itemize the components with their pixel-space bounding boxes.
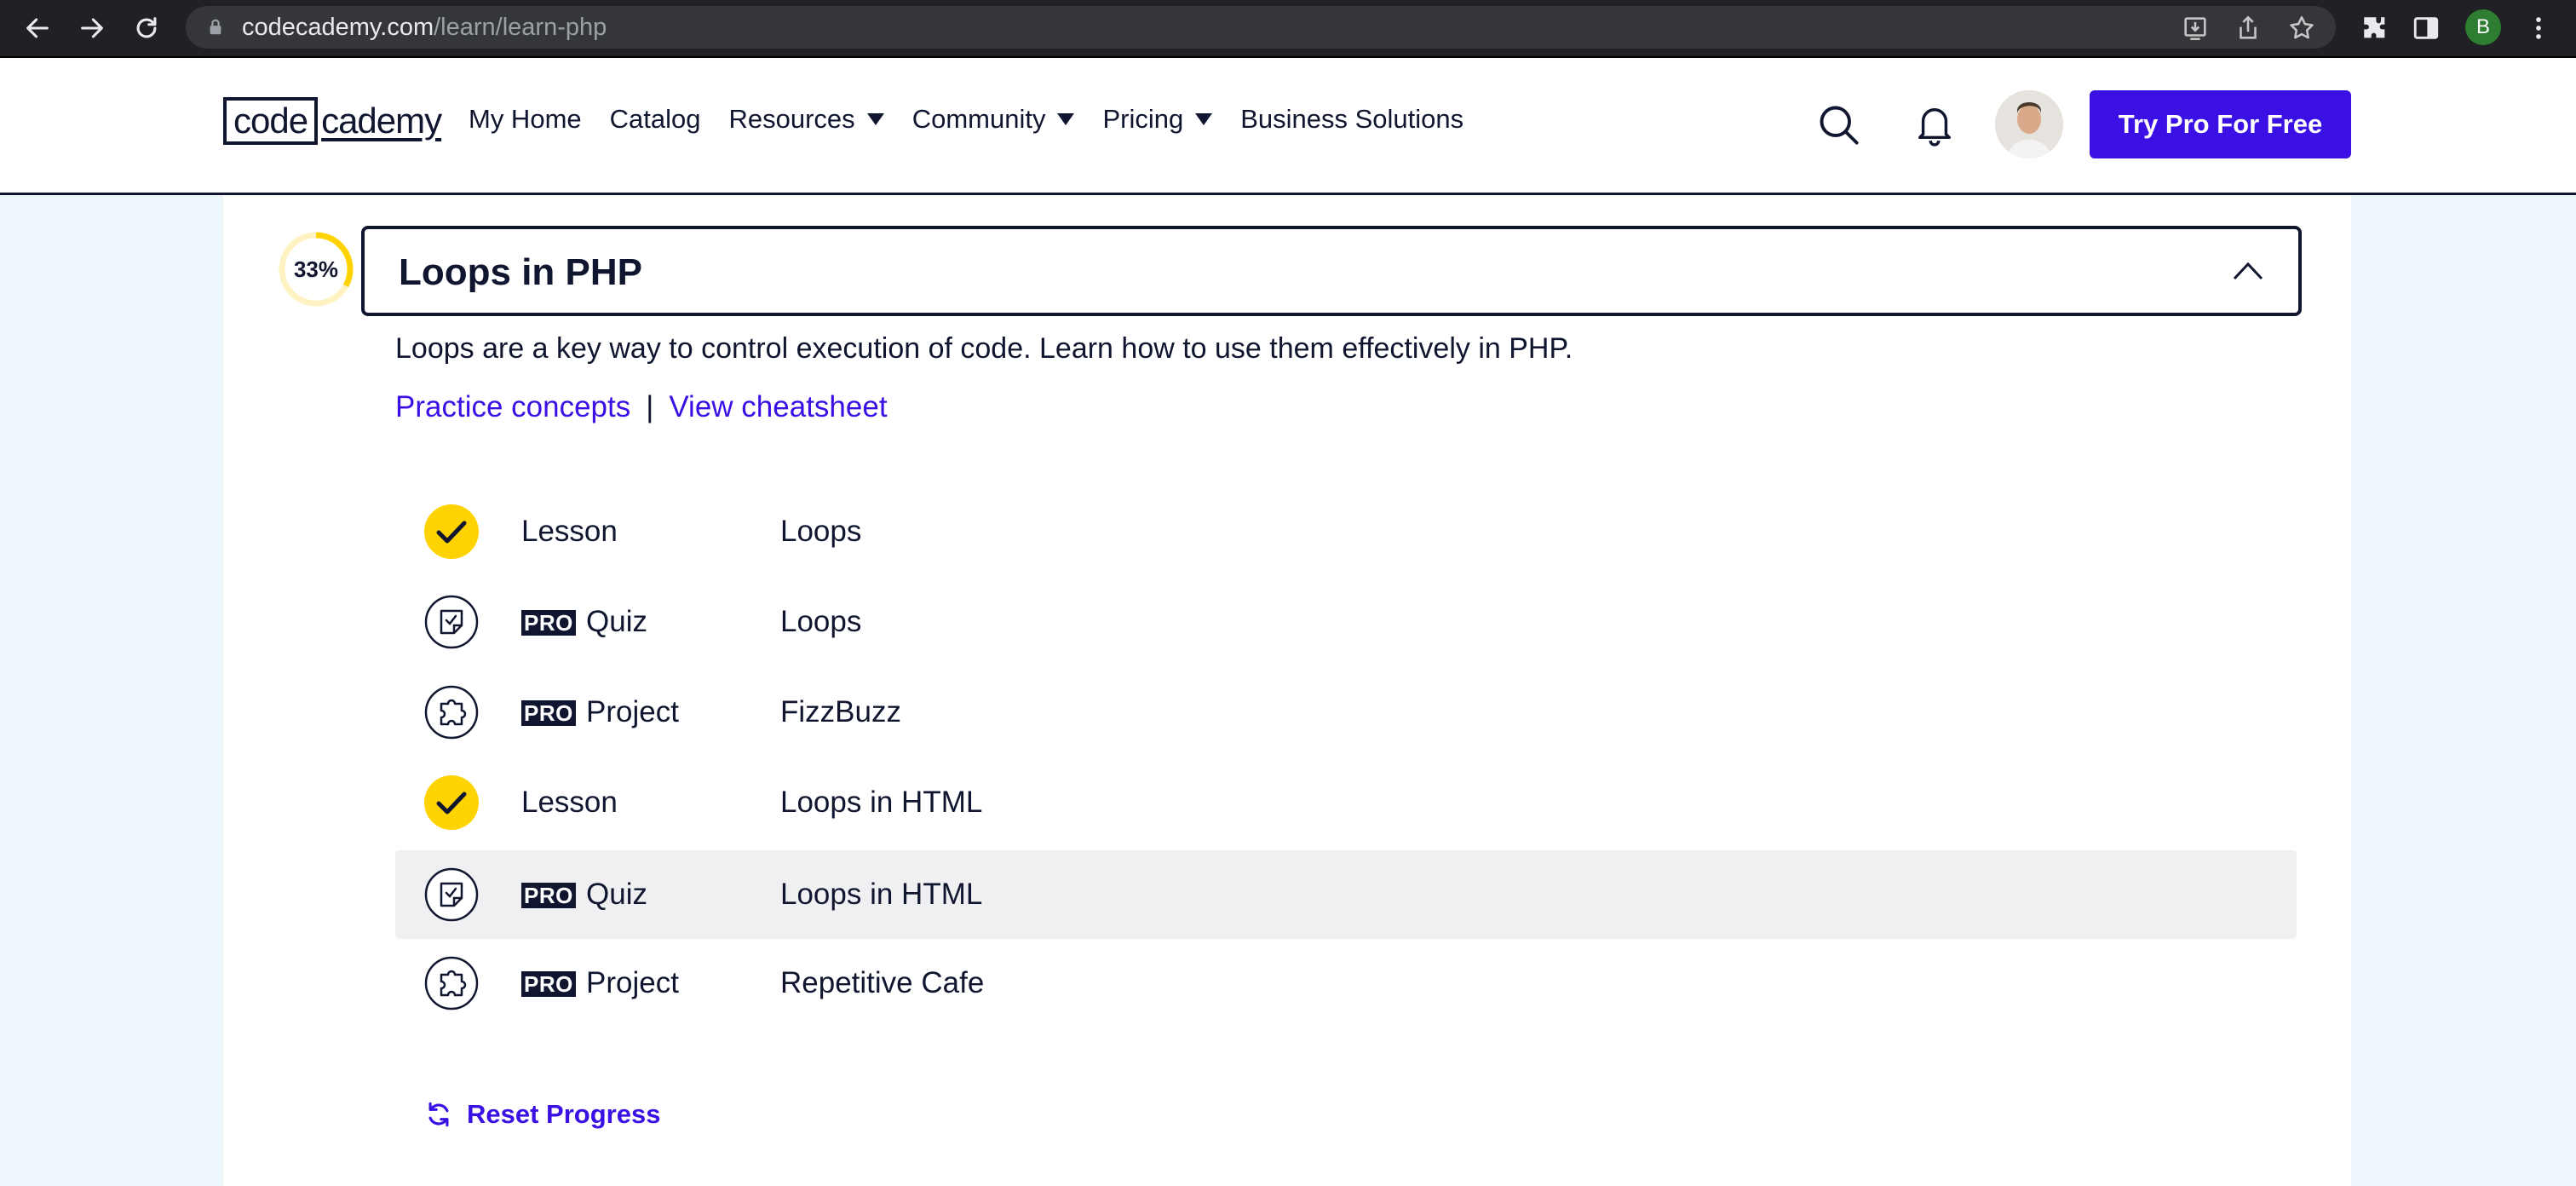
nav-pricing[interactable]: Pricing: [1102, 104, 1213, 135]
list-item[interactable]: Lesson Loops: [395, 487, 2297, 576]
item-type: Quiz: [586, 878, 647, 911]
bookmark-star-icon[interactable]: [2287, 14, 2316, 43]
codecademy-logo[interactable]: code cademy: [223, 95, 442, 147]
caret-down-icon: [1057, 113, 1075, 125]
view-cheatsheet-link[interactable]: View cheatsheet: [669, 390, 887, 424]
bell-icon[interactable]: [1915, 102, 1954, 147]
nav-resources[interactable]: Resources: [729, 104, 884, 135]
browser-toolbar: codecademy.com/learn/learn-php B: [0, 0, 2576, 58]
quiz-icon: [424, 867, 479, 922]
extensions-icon[interactable]: [2358, 11, 2392, 45]
url-domain: codecademy.com: [242, 14, 434, 41]
item-type: Project: [586, 695, 679, 728]
checkmark-icon: [424, 775, 479, 830]
browser-menu-icon[interactable]: [2521, 11, 2556, 45]
item-type: Quiz: [586, 605, 647, 638]
site-header: code cademy My Home Catalog Resources Com…: [0, 58, 2576, 195]
nav-resources-label: Resources: [728, 104, 855, 134]
search-icon[interactable]: [1816, 102, 1860, 147]
item-name: Loops: [780, 515, 862, 548]
item-name: Loops in HTML: [780, 786, 983, 819]
side-panel-icon[interactable]: [2409, 11, 2443, 45]
quiz-icon: [424, 595, 479, 649]
reset-progress-button[interactable]: Reset Progress: [424, 1099, 660, 1130]
nav-pricing-label: Pricing: [1102, 104, 1184, 134]
item-type: Lesson: [521, 515, 618, 548]
forward-icon[interactable]: [75, 11, 109, 45]
user-avatar[interactable]: [1995, 90, 2063, 158]
profile-avatar[interactable]: B: [2465, 9, 2501, 45]
caret-down-icon: [866, 113, 884, 125]
item-name: Repetitive Cafe: [780, 966, 985, 999]
chevron-up-icon[interactable]: [2232, 260, 2264, 282]
address-bar[interactable]: codecademy.com/learn/learn-php: [186, 6, 2336, 49]
pro-badge: PRO: [521, 883, 576, 908]
item-type: Lesson: [521, 786, 618, 819]
reload-icon[interactable]: [129, 11, 164, 45]
module-header[interactable]: Loops in PHP: [361, 226, 2302, 316]
nav-my-home[interactable]: My Home: [469, 104, 582, 135]
nav-business-solutions-label: Business Solutions: [1240, 104, 1464, 134]
item-name: Loops: [780, 605, 862, 638]
list-item[interactable]: Lesson Loops in HTML: [395, 758, 2297, 847]
module-progress-ring: 33%: [277, 230, 355, 308]
logo-cademy-text: cademy: [321, 101, 442, 141]
module-description: Loops are a key way to control execution…: [395, 332, 1573, 365]
pro-badge: PRO: [521, 610, 576, 636]
url-path: /learn/learn-php: [434, 14, 607, 41]
nav-community[interactable]: Community: [912, 104, 1075, 135]
checkmark-icon: [424, 504, 479, 559]
logo-code: code: [223, 97, 319, 145]
pro-badge: PRO: [521, 971, 576, 997]
item-name: FizzBuzz: [780, 695, 901, 728]
puzzle-icon: [424, 685, 479, 740]
module-links: Practice concepts | View cheatsheet: [395, 390, 888, 424]
main-nav: My Home Catalog Resources Community Pric…: [469, 104, 1492, 135]
link-separator: |: [646, 390, 654, 423]
url-text: codecademy.com/learn/learn-php: [242, 14, 607, 42]
practice-concepts-link[interactable]: Practice concepts: [395, 390, 630, 424]
list-item[interactable]: PRO Quiz Loops in HTML: [395, 850, 2297, 939]
refresh-icon: [428, 1102, 449, 1127]
back-icon[interactable]: [20, 11, 55, 45]
item-name: Loops in HTML: [780, 878, 983, 911]
nav-my-home-label: My Home: [469, 104, 582, 134]
puzzle-icon: [424, 956, 479, 1010]
nav-catalog-label: Catalog: [609, 104, 701, 134]
try-pro-button[interactable]: Try Pro For Free: [2090, 90, 2351, 158]
nav-business-solutions[interactable]: Business Solutions: [1240, 104, 1463, 135]
logo-cademy: cademy: [318, 101, 442, 141]
caret-down-icon: [1195, 113, 1213, 125]
list-item[interactable]: PRO Project FizzBuzz: [395, 668, 2297, 757]
item-type: Project: [586, 966, 679, 999]
list-item[interactable]: PRO Quiz Loops: [395, 578, 2297, 666]
nav-community-label: Community: [911, 104, 1046, 134]
list-item[interactable]: PRO Project Repetitive Cafe: [395, 939, 2297, 1028]
install-icon[interactable]: [2181, 14, 2210, 43]
lock-icon: [210, 19, 221, 35]
module-progress-percent: 33%: [293, 256, 339, 282]
share-icon[interactable]: [2234, 14, 2263, 43]
pro-badge: PRO: [521, 700, 576, 726]
reset-progress-label: Reset Progress: [467, 1099, 661, 1129]
module-title: Loops in PHP: [399, 251, 642, 293]
nav-catalog[interactable]: Catalog: [610, 104, 701, 135]
